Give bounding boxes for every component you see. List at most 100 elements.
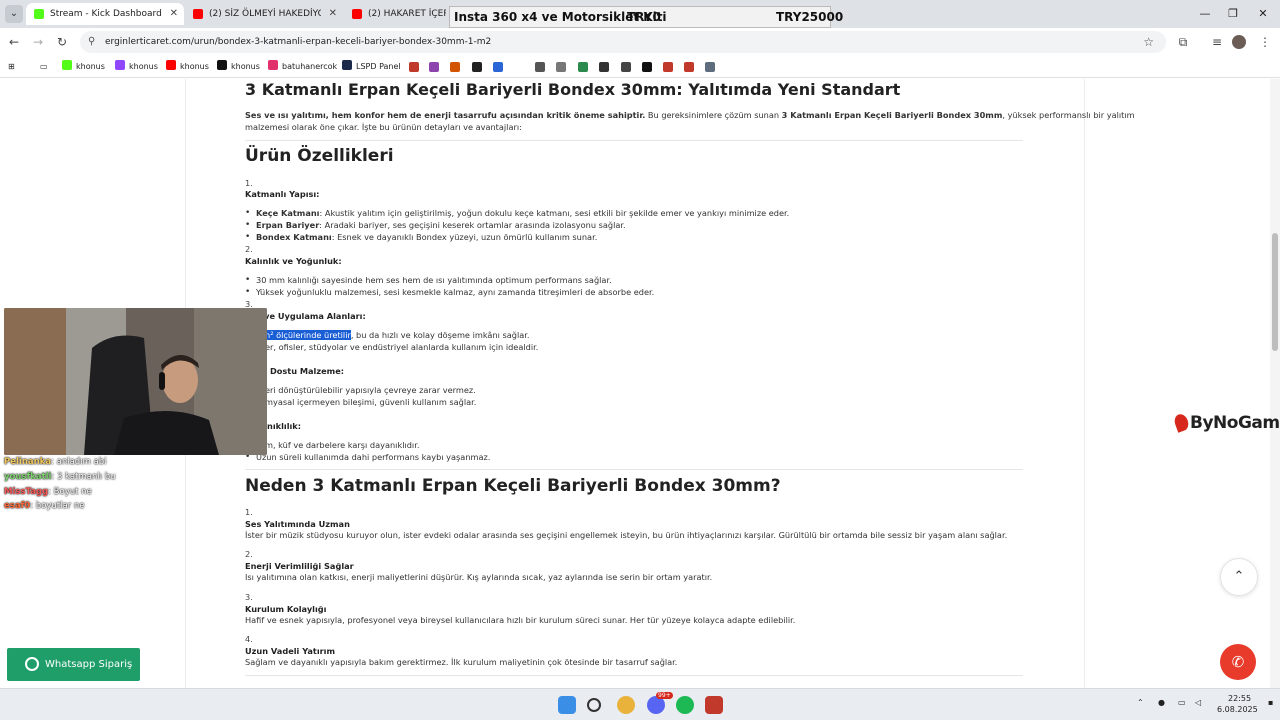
tray-chevron-icon[interactable]: ⌃ [1137, 698, 1144, 707]
feature-number: 2. [245, 244, 253, 254]
media-icon[interactable]: ≡ [1208, 33, 1226, 51]
bookmark-instagram[interactable]: batuhanercok [268, 59, 337, 75]
apps-icon[interactable]: ⊞ [8, 59, 15, 75]
feature-number: 1. [245, 178, 253, 188]
list-item: m, küf ve darbelere karşı dayanıklıdır. [265, 440, 420, 450]
minimize-button[interactable]: — [1196, 5, 1214, 23]
bookmark-icon[interactable] [621, 62, 631, 72]
menu-icon[interactable]: ⋮ [1256, 33, 1274, 51]
youtube-icon [193, 9, 203, 19]
bynogame-logo-icon [1172, 412, 1191, 433]
search-icon[interactable] [587, 698, 601, 712]
webcam-feed [4, 308, 267, 455]
chat-message: esaf0: boyutlar ne [4, 501, 85, 511]
features-heading: Ürün Özellikleri [245, 146, 394, 166]
bookmark-icon[interactable] [663, 62, 673, 72]
bookmark-icon[interactable] [450, 62, 460, 72]
spotify-icon[interactable] [676, 696, 694, 714]
profile-avatar[interactable] [1232, 35, 1246, 49]
list-item: Keçe Katmanı: Akustik yalıtım için geliş… [245, 208, 789, 218]
tab-kick-dashboard[interactable]: Stream - Kick Dashboard ✕ [26, 3, 184, 25]
whatsapp-icon [25, 657, 39, 671]
list-item: Bondex Katmanı: Esnek ve dayanıklı Bonde… [245, 232, 597, 242]
globe-icon[interactable] [535, 62, 545, 72]
bookmark-kick-khonus[interactable]: khonus [62, 59, 105, 75]
scrollbar-thumb[interactable] [1272, 233, 1278, 351]
forward-icon[interactable]: → [29, 33, 47, 51]
intro-paragraph-line-1: Ses ve ısı yalıtımı, hem konfor hem de e… [245, 110, 1135, 120]
chat-message: MissTagg: Boyut ne [4, 487, 92, 497]
back-icon[interactable]: ← [5, 33, 23, 51]
list-item: eri dönüştürülebilir yapısıyla çevreye z… [265, 385, 476, 395]
list-item: Yüksek yoğunluklu malzemesi, sesi kesmek… [245, 287, 654, 297]
bookmark-icon[interactable] [429, 62, 439, 72]
microphone-icon[interactable]: ● [1158, 698, 1165, 707]
why-heading: Neden 3 Katmanlı Erpan Keçeli Bariyerli … [245, 476, 781, 496]
list-item: er, ofisler, stüdyolar ve endüstriyel al… [265, 342, 539, 352]
network-icon[interactable]: ▭ [1178, 698, 1186, 707]
bookmark-icon[interactable] [599, 62, 609, 72]
chrome-icon[interactable] [617, 696, 635, 714]
close-window-button[interactable]: ✕ [1254, 5, 1272, 23]
bookmarks-bar: ⊞ ▭ khonus khonus khonus khonus batuhane… [0, 56, 1280, 78]
sponsor-logo: ByNoGame [1172, 412, 1280, 433]
intro-paragraph-line-2: malzemesi olarak öne çıkar. İşte bu ürün… [245, 122, 522, 132]
reason-text: Sağlam ve dayanıklı yapısıyla bakım gere… [245, 657, 678, 667]
windows-start-icon[interactable] [558, 696, 576, 714]
selected-text-highlight[interactable]: n² ölçülerinde üretilir [265, 330, 351, 340]
url-text[interactable]: erginlerticaret.com/urun/bondex-3-katman… [105, 31, 491, 53]
bookmark-icon[interactable] [472, 62, 482, 72]
bookmark-icon[interactable] [556, 62, 566, 72]
feature-title: nıklılık: [267, 421, 302, 431]
address-bar[interactable]: ⚲ erginlerticaret.com/urun/bondex-3-katm… [80, 31, 1166, 53]
bookmark-twitch-khonus[interactable]: khonus [115, 59, 158, 75]
browser-toolbar: ← → ↻ ⚲ erginlerticaret.com/urun/bondex-… [0, 28, 1280, 56]
bookmark-lspd-panel[interactable]: LSPD Panel [342, 59, 401, 75]
reload-icon[interactable]: ↻ [53, 33, 71, 51]
youtube-icon [166, 60, 176, 70]
tab-search-button[interactable]: ⌄ [5, 5, 23, 23]
divider [245, 469, 1023, 470]
phone-call-button[interactable]: ✆ [1220, 644, 1256, 680]
reason-title: Enerji Verimliliği Sağlar [245, 561, 354, 571]
list-item: n² ölçülerinde üretilir, bu da hızlı ve … [265, 330, 530, 340]
bookmark-icon[interactable] [642, 62, 652, 72]
bookmark-icon[interactable] [578, 62, 588, 72]
scroll-to-top-button[interactable]: ⌃ [1220, 558, 1258, 596]
notifications-icon[interactable]: ▪ [1268, 698, 1273, 707]
tab-youtube-2[interactable]: (2) HAKARET İÇERİR! Tü [344, 3, 448, 25]
volume-icon[interactable]: ◁ [1195, 698, 1201, 707]
overlay-price-a: TRY0 [627, 10, 661, 24]
clock-time[interactable]: 22:55 [1228, 694, 1251, 703]
whatsapp-order-button[interactable]: Whatsapp Sipariş [7, 648, 140, 681]
notification-badge: 99+ [656, 692, 673, 699]
bookmark-icon[interactable] [409, 62, 419, 72]
reason-number: 1. [245, 507, 253, 517]
kick-icon [34, 9, 44, 19]
chat-message: Pelinanka: anladım abi [4, 457, 107, 467]
close-tab-icon[interactable]: ✕ [170, 3, 178, 25]
webcam-overlay [4, 308, 267, 455]
bookmark-icon[interactable] [684, 62, 694, 72]
folder-icon[interactable]: ▭ [40, 59, 48, 75]
reason-text: Isı yalıtımına olan katkısı, enerji mali… [245, 572, 713, 582]
maximize-button[interactable]: ❐ [1224, 5, 1242, 23]
bookmark-x-khonus[interactable]: khonus [217, 59, 260, 75]
tab-youtube-1[interactable]: (2) SİZ ÖLMEYİ HAKEDİYORSUN ✕ [185, 3, 343, 25]
bookmark-icon[interactable] [705, 62, 715, 72]
bookmark-icon[interactable] [493, 62, 503, 72]
product-overlay-banner: Insta 360 x4 ve Motorsiklet Kiti TRY0 TR… [449, 6, 843, 28]
reason-number: 3. [245, 592, 253, 602]
page-scrollbar[interactable] [1270, 79, 1280, 688]
reason-number: 2. [245, 549, 253, 559]
bookmark-star-icon[interactable]: ☆ [1143, 31, 1154, 53]
extensions-icon[interactable]: ⧉ [1174, 33, 1192, 51]
bookmark-youtube-khonus[interactable]: khonus [166, 59, 209, 75]
article-title: 3 Katmanlı Erpan Keçeli Bariyerli Bondex… [245, 80, 901, 99]
app-icon[interactable] [705, 696, 723, 714]
site-info-icon[interactable]: ⚲ [88, 36, 95, 48]
reason-text: İster bir müzik stüdyosu kuruyor olun, i… [245, 530, 1008, 540]
instagram-icon [268, 60, 278, 70]
clock-date[interactable]: 6.08.2025 [1217, 705, 1258, 714]
close-tab-icon[interactable]: ✕ [329, 3, 337, 25]
